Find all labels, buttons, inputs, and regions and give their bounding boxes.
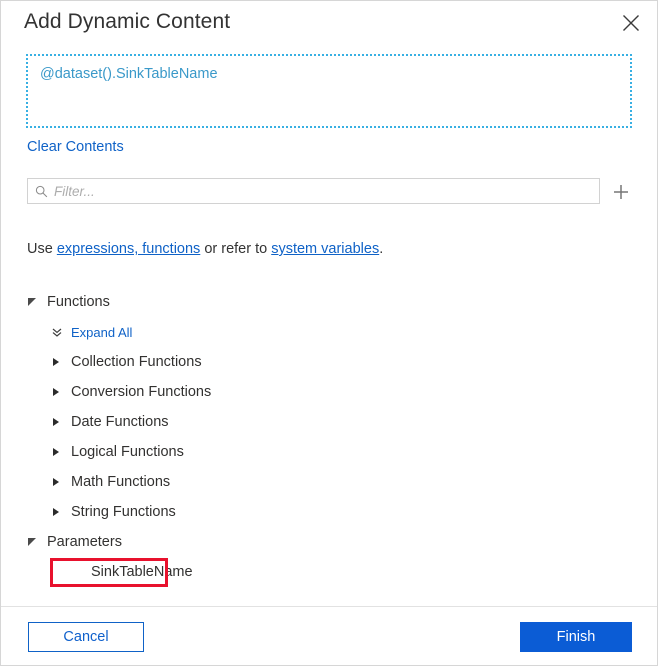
caret-down-icon-glyph [28, 538, 36, 546]
tree-group-functions-label: Functions [47, 294, 110, 310]
expressions-functions-link[interactable]: expressions, functions [57, 241, 200, 257]
tree-item-logical-functions[interactable]: Logical Functions [27, 437, 627, 467]
add-dynamic-content-dialog: Add Dynamic Content @dataset().SinkTable… [0, 0, 658, 666]
tree-item-string-functions[interactable]: String Functions [27, 497, 627, 527]
caret-down-icon-glyph [28, 298, 36, 306]
expression-value: @dataset().SinkTableName [40, 66, 218, 82]
clear-contents-link[interactable]: Clear Contents [27, 139, 124, 155]
search-icon [28, 185, 54, 198]
caret-right-icon-glyph [53, 478, 59, 486]
cancel-button[interactable]: Cancel [28, 622, 144, 652]
caret-right-icon [51, 477, 71, 487]
caret-right-icon-glyph [53, 448, 59, 456]
help-middle: or refer to [200, 241, 272, 257]
tree-group-functions[interactable]: Functions [27, 287, 627, 317]
tree-item-label: Date Functions [71, 414, 169, 430]
tree-item-label: Math Functions [71, 474, 171, 490]
tree-item-label: Collection Functions [71, 354, 202, 370]
help-suffix: . [379, 241, 384, 257]
expand-all-label[interactable]: Expand All [71, 325, 132, 340]
close-icon-glyph [623, 15, 639, 31]
dialog-footer: Cancel Finish [1, 606, 657, 665]
caret-down-icon [27, 297, 47, 307]
tree-item-collection-functions[interactable]: Collection Functions [27, 347, 627, 377]
expression-editor[interactable]: @dataset().SinkTableName [26, 54, 632, 128]
tree-item-math-functions[interactable]: Math Functions [27, 467, 627, 497]
tree-group-parameters-label: Parameters [47, 534, 122, 550]
tree-item-label: SinkTableName [91, 564, 193, 580]
plus-icon[interactable] [609, 180, 633, 204]
search-icon-glyph [35, 185, 47, 197]
tree-item-sinktablename[interactable]: SinkTableName [27, 557, 627, 587]
help-text: Use expressions, functions or refer to s… [27, 241, 383, 257]
caret-right-icon [51, 447, 71, 457]
double-chevron-down-icon-glyph [52, 328, 62, 337]
tree-group-parameters[interactable]: Parameters [27, 527, 627, 557]
tree-item-conversion-functions[interactable]: Conversion Functions [27, 377, 627, 407]
dialog-header: Add Dynamic Content [1, 1, 657, 49]
tree-item-label: String Functions [71, 504, 176, 520]
caret-right-icon-glyph [53, 388, 59, 396]
close-icon[interactable] [615, 7, 647, 39]
caret-right-icon-glyph [53, 508, 59, 516]
search-input[interactable] [54, 180, 599, 202]
system-variables-link[interactable]: system variables [271, 241, 379, 257]
finish-button[interactable]: Finish [520, 622, 632, 652]
expand-all-row[interactable]: Expand All [27, 317, 627, 347]
tree-item-date-functions[interactable]: Date Functions [27, 407, 627, 437]
plus-icon-glyph [614, 185, 628, 199]
tree-item-label: Logical Functions [71, 444, 184, 460]
caret-down-icon [27, 537, 47, 547]
caret-right-icon [51, 357, 71, 367]
caret-right-icon [51, 387, 71, 397]
help-prefix: Use [27, 241, 57, 257]
caret-right-icon [51, 417, 71, 427]
content-tree: Functions Expand All Collection Function… [27, 287, 627, 587]
caret-right-icon-glyph [53, 358, 59, 366]
filter-input-wrapper[interactable] [27, 178, 600, 204]
page-title: Add Dynamic Content [24, 10, 231, 33]
tree-item-label: Conversion Functions [71, 384, 212, 400]
caret-right-icon-glyph [53, 418, 59, 426]
caret-right-icon [51, 507, 71, 517]
double-chevron-down-icon [51, 326, 71, 338]
